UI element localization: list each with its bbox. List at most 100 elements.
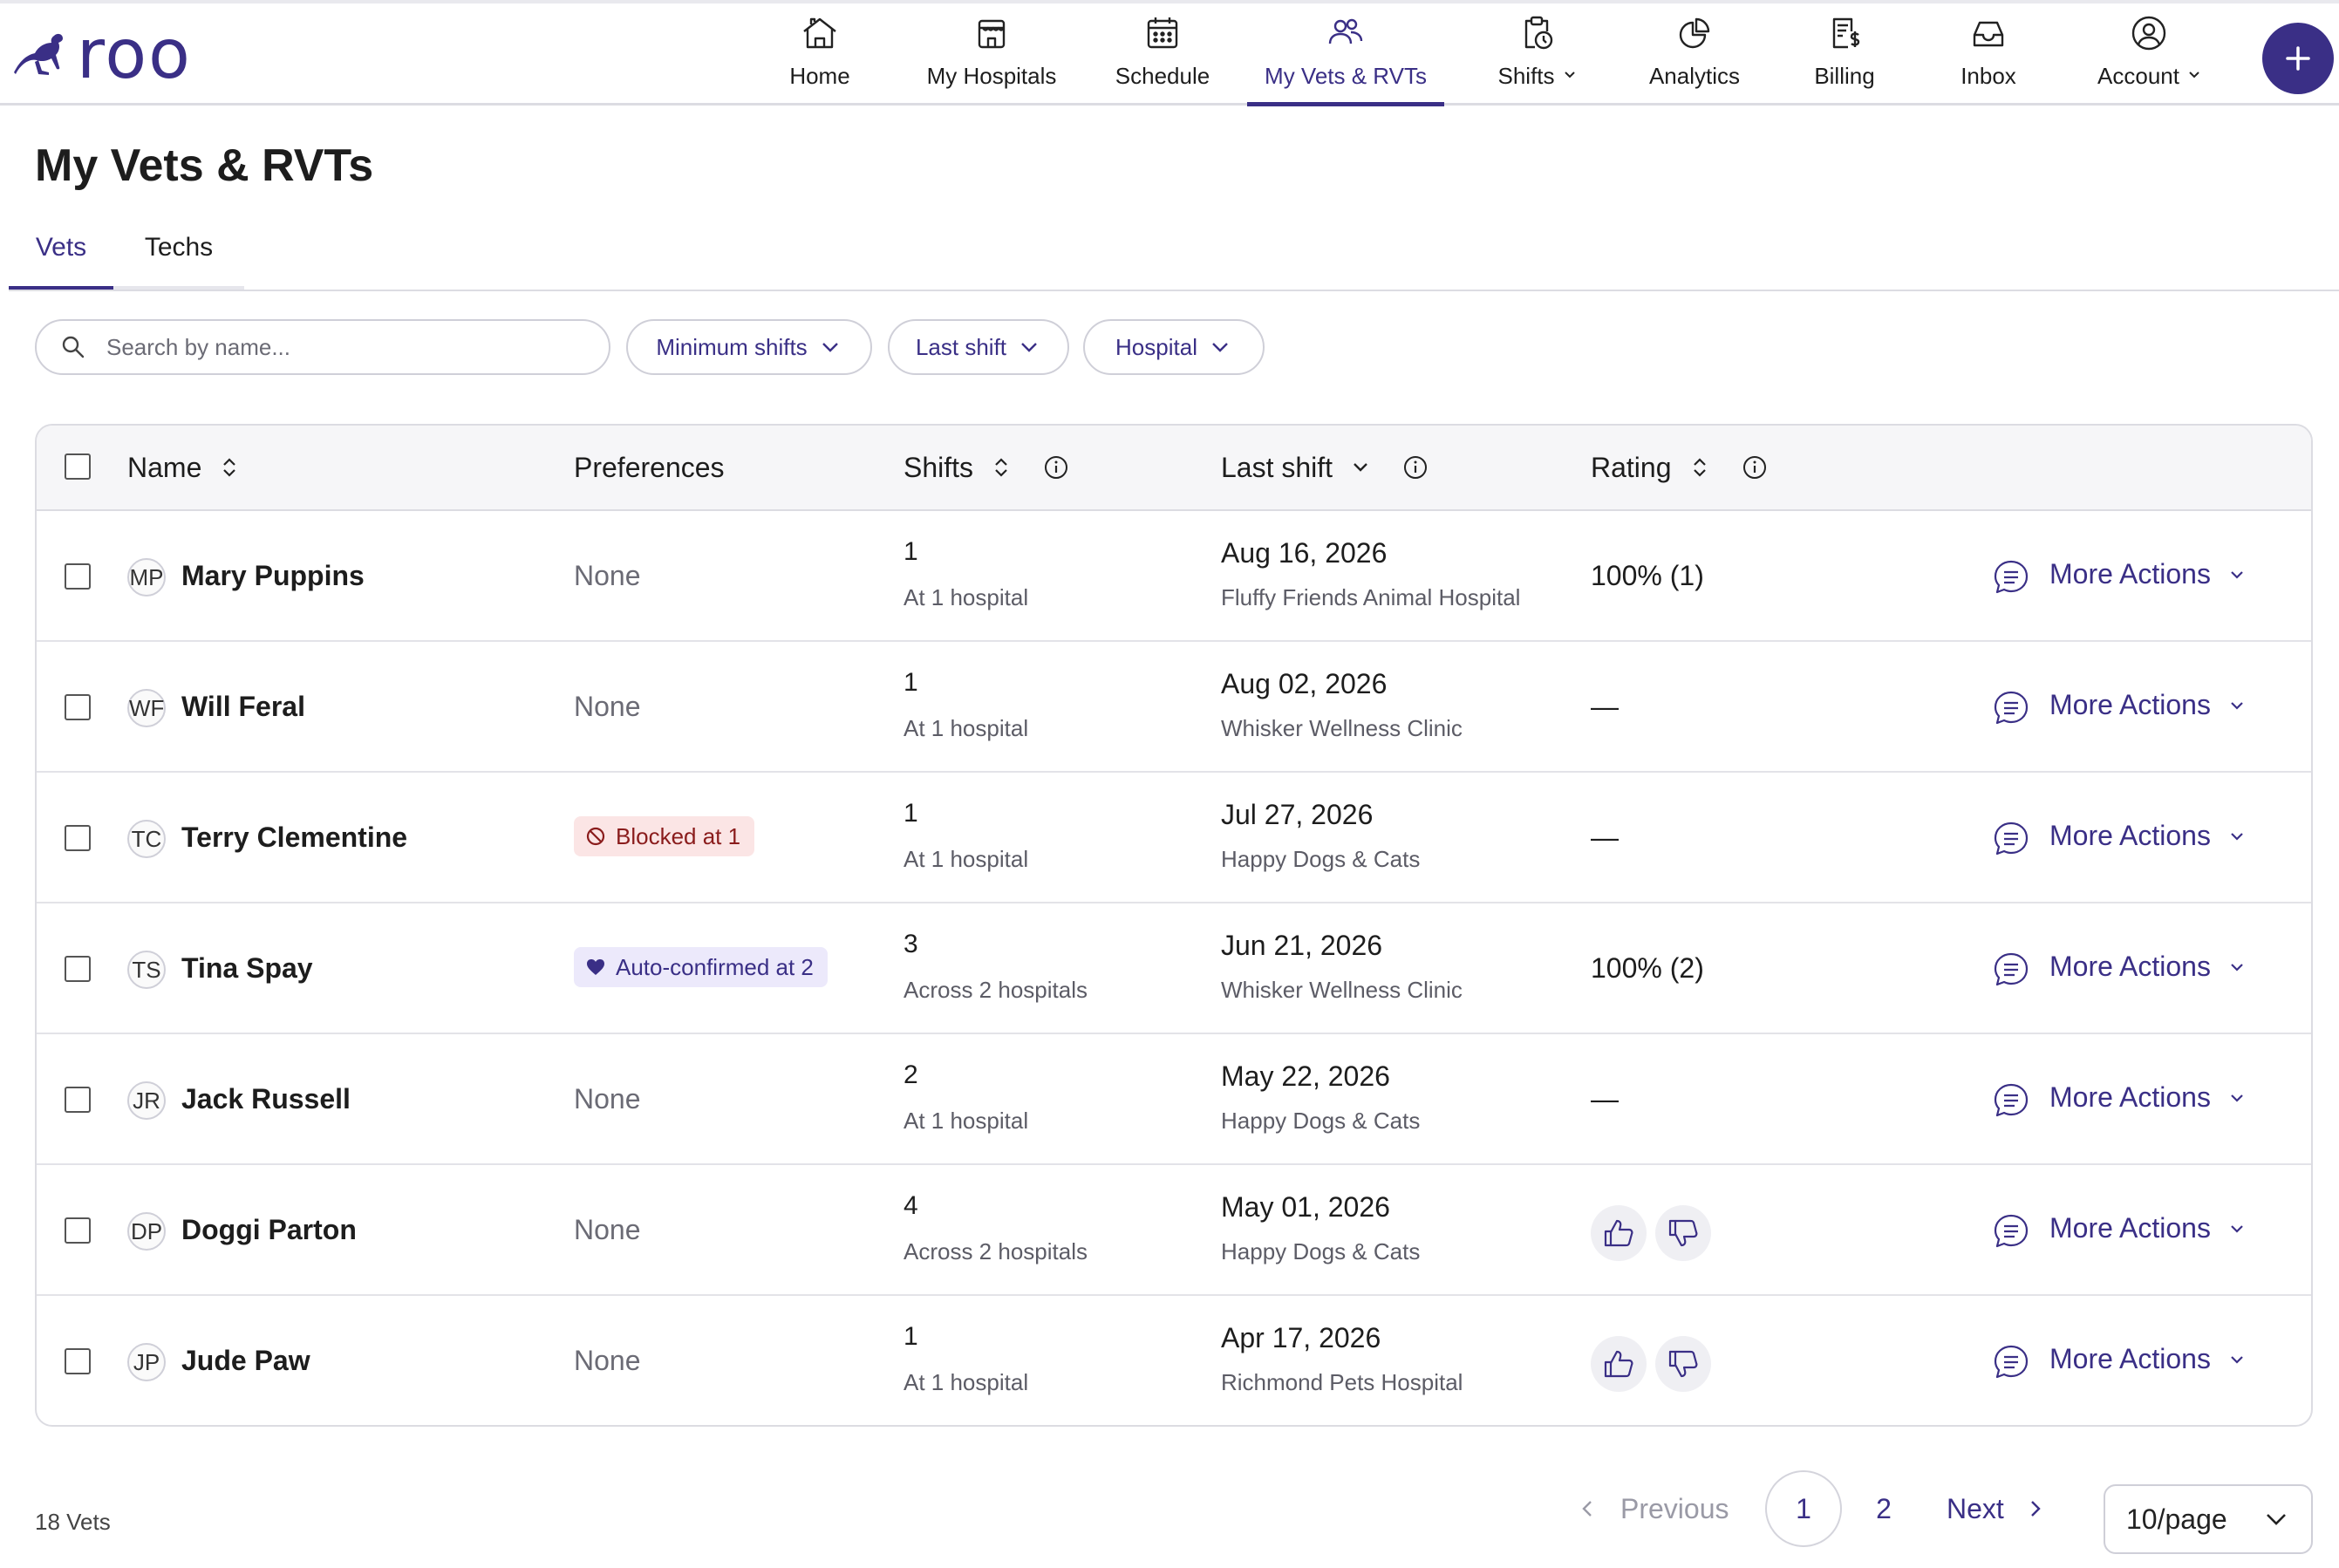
more-actions-button[interactable]: More Actions: [2049, 820, 2247, 852]
page-2-button[interactable]: 2: [1845, 1470, 1922, 1547]
column-header-rating[interactable]: Rating: [1591, 426, 1768, 509]
per-page-select[interactable]: 10/page: [2104, 1484, 2313, 1554]
more-actions-button[interactable]: More Actions: [2049, 1081, 2247, 1114]
nav-shifts[interactable]: Shifts: [1483, 3, 1591, 106]
chevron-down-icon: [2231, 570, 2243, 579]
search-box[interactable]: [35, 319, 610, 375]
vets-count: 18 Vets: [35, 1509, 111, 1535]
last-shift-date: Aug 16, 2026: [1221, 537, 1388, 569]
filter-minimum-shifts[interactable]: Minimum shifts: [626, 319, 872, 375]
thumbs-down-icon: [1668, 1350, 1698, 1378]
page-1-button[interactable]: 1: [1765, 1470, 1842, 1547]
chevron-down-icon: [1212, 343, 1228, 352]
shift-hospital-count: At 1 hospital: [904, 846, 1029, 872]
table-row: JP Jude Paw None 1 At 1 hospital Apr 17, 2026…: [37, 1296, 2311, 1425]
table-row: TC Terry Clementine Blocked at 1 1 At 1 hosp…: [37, 773, 2311, 903]
column-header-name[interactable]: Name: [127, 426, 242, 509]
blocked-icon: [586, 827, 605, 846]
preference-value: None: [574, 1345, 641, 1376]
vet-name[interactable]: Jack Russell: [181, 1083, 351, 1115]
row-checkbox[interactable]: [65, 1087, 91, 1113]
more-actions-label: More Actions: [2049, 558, 2211, 590]
last-shift-hospital: Fluffy Friends Animal Hospital: [1221, 584, 1521, 610]
message-icon[interactable]: [1992, 1081, 2030, 1120]
row-checkbox[interactable]: [65, 563, 91, 590]
message-icon[interactable]: [1992, 1212, 2030, 1251]
chevron-down-icon: [1564, 72, 1575, 78]
nav-inbox[interactable]: Inbox: [1945, 3, 2032, 106]
nav-schedule[interactable]: Schedule: [1108, 3, 1217, 106]
next-button[interactable]: Next: [1947, 1484, 2048, 1533]
thumbs-down-icon: [1668, 1219, 1698, 1247]
search-input[interactable]: [105, 332, 579, 362]
nav-billing[interactable]: Billing: [1797, 3, 1892, 106]
more-actions-button[interactable]: More Actions: [2049, 689, 2247, 721]
thumbs-up-button[interactable]: [1591, 1205, 1647, 1261]
brand-name: roo: [77, 16, 192, 94]
nav-account[interactable]: Account: [2084, 3, 2213, 106]
info-icon[interactable]: [1402, 454, 1429, 481]
more-actions-button[interactable]: More Actions: [2049, 951, 2247, 983]
people-icon: [1328, 18, 1363, 44]
message-icon[interactable]: [1992, 951, 2030, 989]
thumbs-up-button[interactable]: [1591, 1336, 1647, 1392]
column-header-last-shift[interactable]: Last shift: [1221, 426, 1429, 509]
last-shift-date: Apr 17, 2026: [1221, 1322, 1381, 1353]
message-icon[interactable]: [1992, 1343, 2030, 1381]
message-icon[interactable]: [1992, 689, 2030, 727]
info-icon[interactable]: [1742, 454, 1768, 481]
row-checkbox[interactable]: [65, 1217, 91, 1244]
more-actions-label: More Actions: [2049, 1343, 2211, 1374]
filter-label: Hospital: [1115, 333, 1197, 360]
chevron-down-icon: [2231, 701, 2243, 710]
vet-name[interactable]: Terry Clementine: [181, 821, 407, 854]
shift-count: 1: [904, 537, 918, 566]
thumbs-up-icon: [1604, 1219, 1633, 1247]
tab-vets[interactable]: Vets: [9, 220, 113, 290]
nav-analytics[interactable]: Analytics: [1636, 3, 1753, 106]
nav-home[interactable]: Home: [767, 3, 872, 106]
roo-logo[interactable]: roo: [12, 16, 192, 94]
thumbs-down-button[interactable]: [1655, 1336, 1711, 1392]
tab-techs[interactable]: Techs: [113, 220, 244, 290]
select-all-checkbox[interactable]: [65, 453, 91, 480]
previous-button[interactable]: Previous: [1575, 1484, 1729, 1533]
info-icon[interactable]: [1043, 454, 1069, 481]
vet-name[interactable]: Doggi Parton: [181, 1214, 357, 1246]
nav-label: Shifts: [1483, 63, 1591, 90]
nav-my-hospitals[interactable]: My Hospitals: [916, 3, 1067, 106]
filter-last-shift[interactable]: Last shift: [888, 319, 1069, 375]
user-circle-icon: [2131, 16, 2166, 51]
last-shift-date: May 22, 2026: [1221, 1060, 1390, 1092]
message-icon[interactable]: [1992, 558, 2030, 597]
hospital-icon: [978, 19, 1006, 49]
row-checkbox[interactable]: [65, 956, 91, 982]
badge-label: Auto-confirmed at 2: [616, 953, 814, 980]
vet-name[interactable]: Tina Spay: [181, 952, 313, 985]
add-button[interactable]: [2262, 23, 2334, 94]
more-actions-button[interactable]: More Actions: [2049, 1343, 2247, 1375]
row-checkbox[interactable]: [65, 825, 91, 851]
column-header-preferences: Preferences: [574, 426, 725, 509]
thumbs-down-button[interactable]: [1655, 1205, 1711, 1261]
nav-my-vets-rvts[interactable]: My Vets & RVTs: [1247, 3, 1444, 106]
column-header-shifts[interactable]: Shifts: [904, 426, 1069, 509]
row-checkbox[interactable]: [65, 1348, 91, 1374]
more-actions-button[interactable]: More Actions: [2049, 558, 2247, 590]
table-row: JR Jack Russell None 2 At 1 hospital May 22, …: [37, 1034, 2311, 1165]
nav-label: My Vets & RVTs: [1265, 63, 1427, 89]
vet-name[interactable]: Will Feral: [181, 691, 305, 723]
chevron-down-icon: [2231, 1094, 2243, 1102]
nav-label: Analytics: [1648, 63, 1741, 89]
blocked-badge: Blocked at 1: [574, 816, 755, 856]
filter-hospital[interactable]: Hospital: [1083, 319, 1265, 375]
message-icon[interactable]: [1992, 820, 2030, 858]
more-actions-button[interactable]: More Actions: [2049, 1212, 2247, 1244]
vet-name[interactable]: Jude Paw: [181, 1345, 310, 1377]
kangaroo-icon: [14, 33, 63, 75]
last-shift-hospital: Happy Dogs & Cats: [1221, 1238, 1421, 1265]
row-checkbox[interactable]: [65, 694, 91, 720]
nav-label: Billing: [1814, 63, 1875, 89]
more-actions-label: More Actions: [2049, 951, 2211, 982]
vet-name[interactable]: Mary Puppins: [181, 560, 365, 592]
